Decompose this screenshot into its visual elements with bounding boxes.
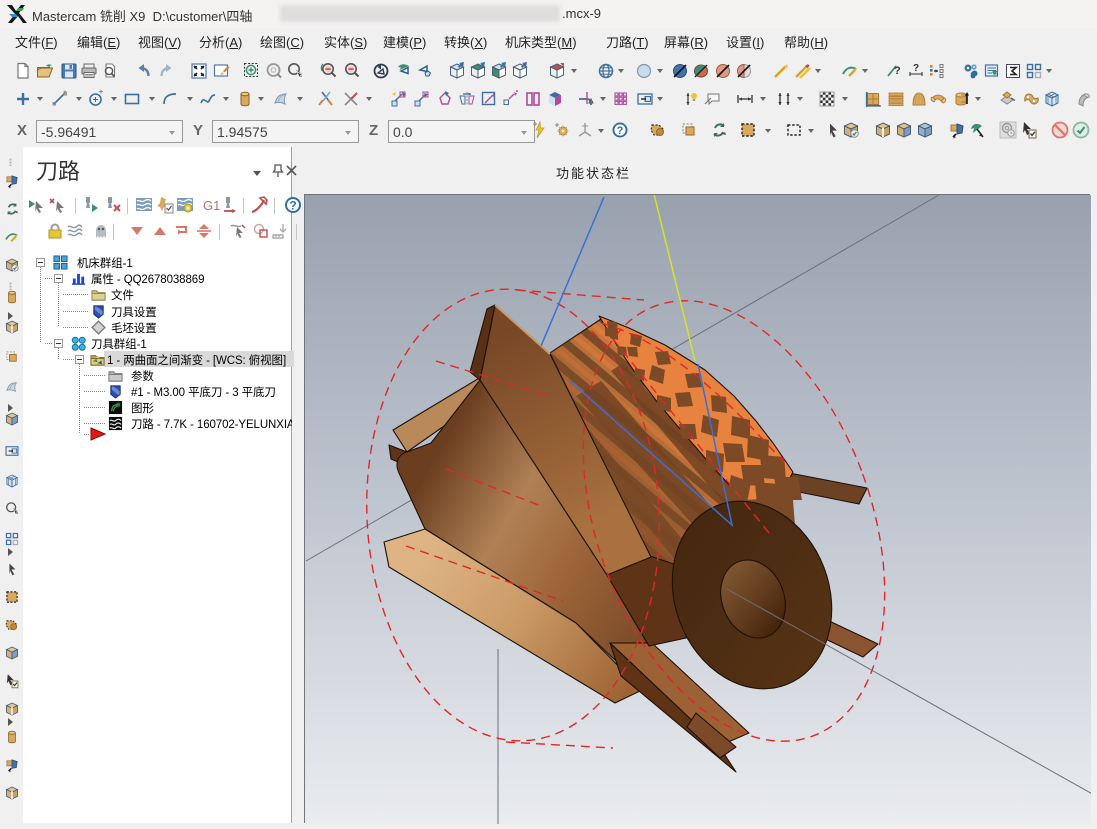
svg-text:?: ? — [617, 125, 624, 137]
svg-text:G1: G1 — [203, 198, 220, 213]
svg-text:?: ? — [894, 65, 901, 77]
svg-text:?: ? — [289, 199, 296, 213]
svg-text:?: ? — [913, 63, 919, 74]
